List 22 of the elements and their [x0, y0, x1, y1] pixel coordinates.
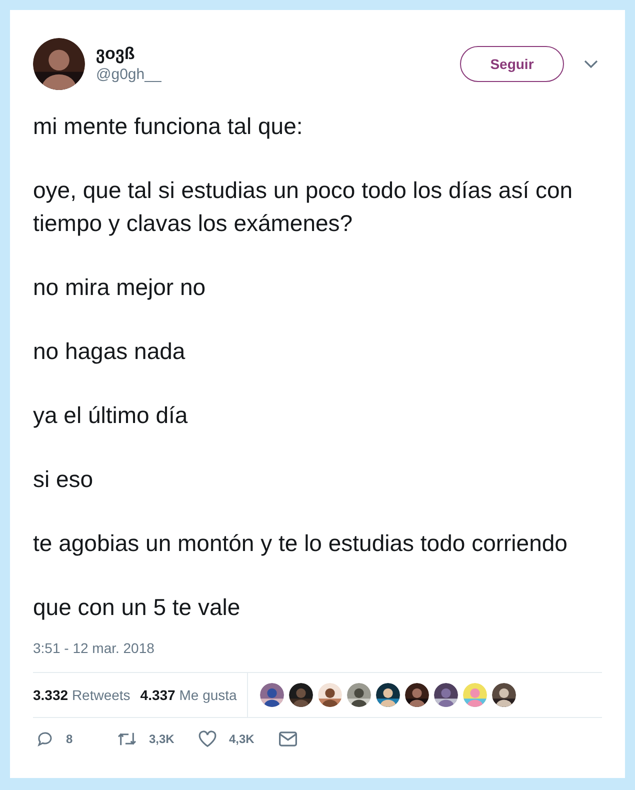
- chevron-down-icon[interactable]: [584, 60, 598, 68]
- username[interactable]: @g0gh__: [96, 65, 162, 85]
- heart-icon[interactable]: [198, 730, 217, 748]
- tweet-text: si eso: [33, 465, 94, 494]
- action-count: 4,3K: [229, 731, 254, 748]
- stat-count[interactable]: 3.332 Retweets: [33, 684, 130, 706]
- display-name[interactable]: ვoვß: [96, 43, 162, 65]
- stat-count[interactable]: 4.337 Me gusta: [140, 684, 237, 706]
- tweet-text: oye, que tal si estudias un poco todo los días así con tiempo y clavas los exámenes?: [33, 176, 574, 238]
- reply-icon[interactable]: [36, 730, 54, 748]
- tweet-text: ya el último día: [33, 401, 189, 430]
- tweet-text: no mira mejor no: [33, 273, 207, 302]
- tweet-text: te agobias un montón y te lo estudias todo corriendo: [33, 529, 568, 558]
- follow-button[interactable]: Seguir: [460, 46, 564, 82]
- retweet-icon[interactable]: [117, 730, 137, 748]
- action-count: 3,3K: [149, 731, 174, 748]
- tweet-text: que con un 5 te vale: [33, 593, 242, 622]
- action-count: 8: [66, 731, 73, 748]
- timestamp[interactable]: 3:51 - 12 mar. 2018: [33, 638, 602, 659]
- tweet-text: mi mente funciona tal que:: [33, 112, 304, 141]
- envelope-icon[interactable]: [279, 731, 297, 747]
- tweet-text: no hagas nada: [33, 337, 186, 366]
